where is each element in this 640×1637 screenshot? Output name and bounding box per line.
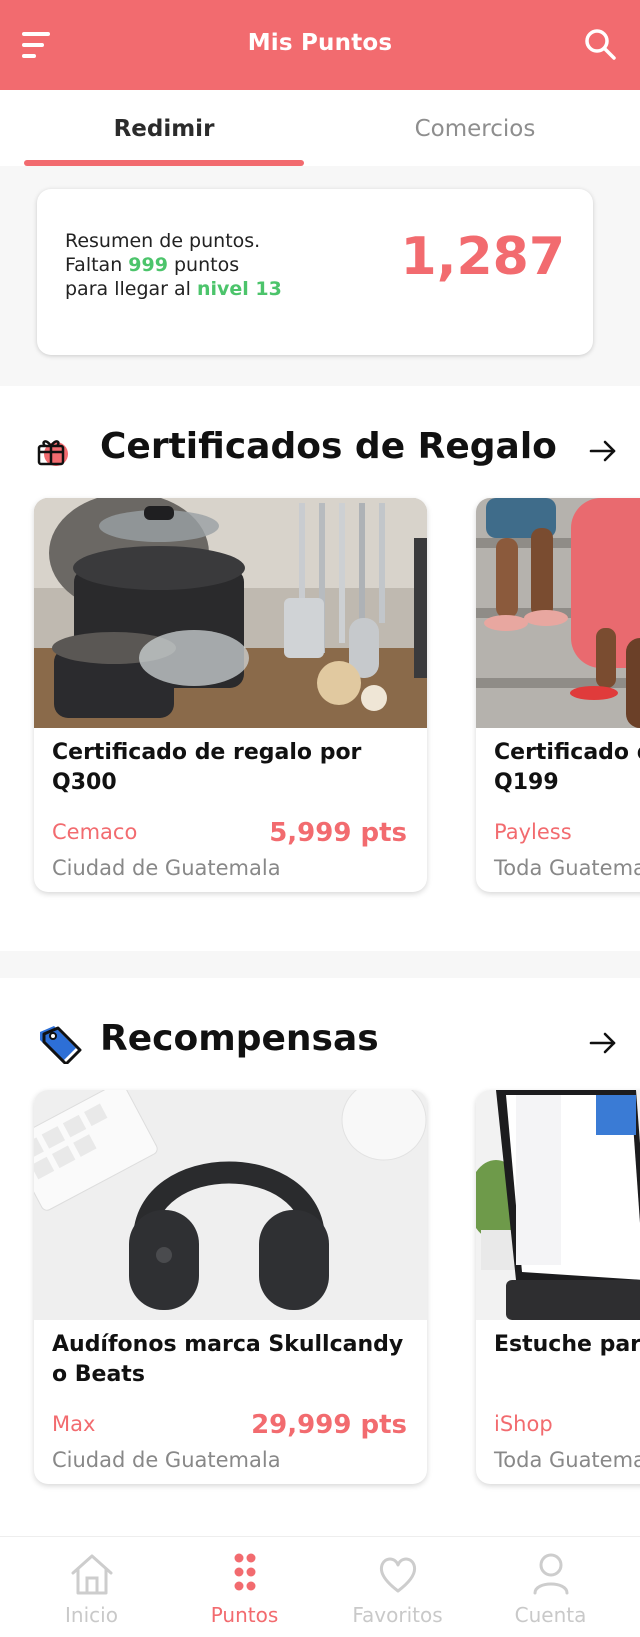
card-location: Toda Guatemala bbox=[494, 856, 640, 880]
rewards-section: Recompensas Audífonos marca Skullcandy o… bbox=[0, 978, 640, 1538]
card-merchant: Max bbox=[52, 1412, 96, 1436]
home-icon bbox=[68, 1551, 116, 1597]
nav-label: Favoritos bbox=[352, 1603, 443, 1627]
card-location: Toda Guatemala bbox=[494, 1448, 640, 1472]
section-title-gift-certificates: Certificados de Regalo bbox=[100, 426, 557, 467]
missing-points: 999 bbox=[128, 254, 168, 276]
card-title: Certificado de regalo por Q199 bbox=[494, 740, 640, 795]
points-summary-text: Resumen de puntos. Faltan 999 puntos par… bbox=[65, 229, 282, 301]
nav-label: Cuenta bbox=[514, 1603, 587, 1627]
nav-item-inicio[interactable]: Inicio bbox=[15, 1537, 168, 1637]
summary-missing-suffix: puntos bbox=[167, 254, 240, 276]
reward-card-ipad-case[interactable]: Estuche para iPad Pro 12.9” iShop Toda G… bbox=[476, 1090, 640, 1484]
nav-item-cuenta[interactable]: Cuenta bbox=[474, 1537, 627, 1637]
reward-card-headphones[interactable]: Audífonos marca Skullcandy o Beats Max 2… bbox=[34, 1090, 427, 1484]
arrow-right-icon[interactable] bbox=[588, 1028, 618, 1058]
card-location: Ciudad de Guatemala bbox=[52, 856, 281, 880]
gift-card-cemaco[interactable]: Certificado de regalo por Q300 Cemaco 5,… bbox=[34, 498, 427, 892]
ipad-keyboard-image bbox=[476, 1090, 640, 1320]
nav-item-favoritos[interactable]: Favoritos bbox=[321, 1537, 474, 1637]
headphones-image bbox=[34, 1090, 427, 1320]
heart-icon bbox=[374, 1551, 422, 1597]
card-merchant: iShop bbox=[494, 1412, 553, 1436]
summary-line-1: Resumen de puntos. bbox=[65, 230, 261, 252]
search-icon[interactable] bbox=[582, 26, 618, 62]
cookware-pots-image bbox=[34, 498, 427, 728]
nav-label: Inicio bbox=[65, 1603, 118, 1627]
card-merchant: Payless bbox=[494, 820, 572, 844]
card-title: Audífonos marca Skullcandy o Beats bbox=[52, 1332, 404, 1387]
tab-comercios[interactable]: Comercios bbox=[330, 116, 620, 142]
points-summary-card: Resumen de puntos. Faltan 999 puntos par… bbox=[37, 189, 593, 355]
tab-bar: Redimir Comercios bbox=[0, 90, 640, 166]
section-title-rewards: Recompensas bbox=[100, 1018, 379, 1059]
card-merchant: Cemaco bbox=[52, 820, 138, 844]
user-icon bbox=[527, 1551, 575, 1597]
page-title: Mis Puntos bbox=[247, 30, 393, 56]
card-points: 29,999 pts bbox=[251, 1410, 407, 1440]
arrow-right-icon[interactable] bbox=[588, 436, 618, 466]
active-tab-indicator bbox=[24, 160, 304, 166]
card-points: 5,999 pts bbox=[269, 818, 407, 848]
card-location: Ciudad de Guatemala bbox=[52, 1448, 281, 1472]
total-points: 1,287 bbox=[400, 227, 565, 287]
gift-icon bbox=[36, 434, 70, 468]
summary-level-prefix: para llegar al bbox=[65, 278, 197, 300]
card-title: Certificado de regalo por Q300 bbox=[52, 740, 362, 795]
nav-item-puntos[interactable]: Puntos bbox=[168, 1537, 321, 1637]
summary-line-2: Faltan 999 puntos bbox=[65, 253, 282, 277]
app-header: Mis Puntos bbox=[0, 0, 640, 90]
price-tag-icon bbox=[36, 1022, 82, 1066]
nav-label: Puntos bbox=[210, 1603, 279, 1627]
gift-certificates-section: Certificados de Regalo Certificado de re… bbox=[0, 386, 640, 951]
bottom-navigation: Inicio Puntos Favoritos Cuenta bbox=[0, 1536, 640, 1637]
summary-missing-prefix: Faltan bbox=[65, 254, 129, 276]
dots-grid-icon bbox=[221, 1551, 269, 1597]
tab-redimir[interactable]: Redimir bbox=[24, 116, 304, 142]
target-level: nivel 13 bbox=[196, 278, 282, 300]
gift-card-payless[interactable]: Certificado de regalo por Q199 Payless T… bbox=[476, 498, 640, 892]
card-title: Estuche para iPad Pro 12.9” bbox=[494, 1332, 640, 1357]
sandals-people-image bbox=[476, 498, 640, 728]
summary-line-3: para llegar al nivel 13 bbox=[65, 277, 282, 301]
